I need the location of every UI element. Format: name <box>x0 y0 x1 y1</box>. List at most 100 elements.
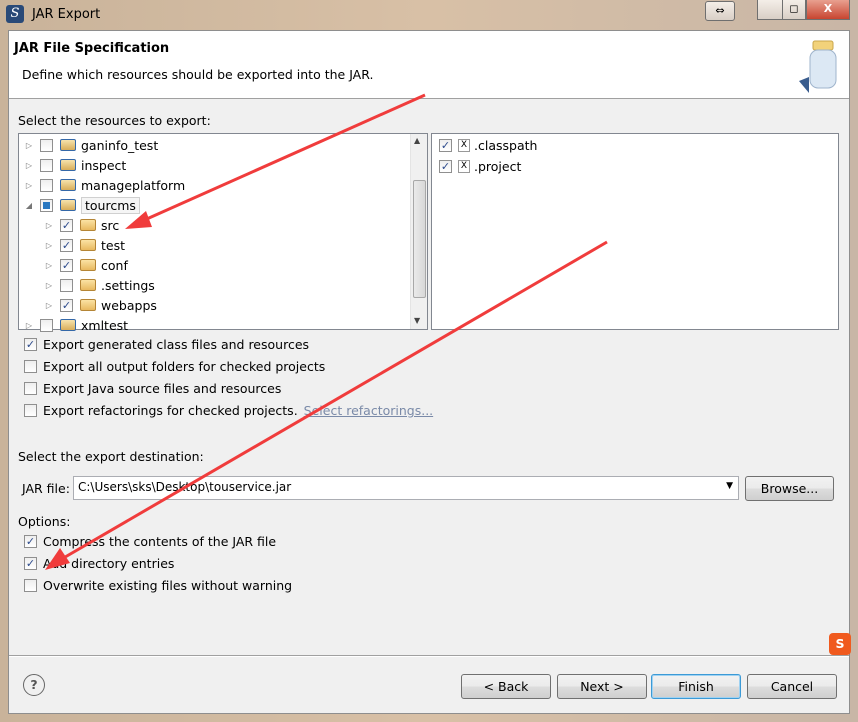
tree-item[interactable]: ▷ ✓ src <box>44 215 119 235</box>
checkbox[interactable]: ✓ <box>24 535 37 548</box>
collapsed-triangle-icon[interactable]: ▷ <box>44 241 54 250</box>
scroll-thumb[interactable] <box>413 180 426 298</box>
cancel-button[interactable]: Cancel <box>747 674 837 699</box>
tree-item-label: src <box>101 217 120 233</box>
tree-item[interactable]: ▷ inspect <box>24 155 126 175</box>
option-checkbox[interactable]: ✓ Compress the contents of the JAR file <box>24 534 276 549</box>
options-label: Options: <box>18 514 71 529</box>
collapsed-triangle-icon[interactable]: ▷ <box>24 181 34 190</box>
scroll-down-icon[interactable]: ▼ <box>414 316 420 325</box>
folder-icon <box>79 298 97 312</box>
folder-icon <box>79 278 97 292</box>
checkbox[interactable]: ✓ <box>439 138 452 152</box>
file-list[interactable]: ✓ X .classpath ✓ X .project <box>431 133 839 330</box>
checkbox[interactable]: ✓ <box>439 159 452 173</box>
title-bar: S JAR Export ⇔ ◻ X <box>0 0 858 30</box>
checkbox[interactable] <box>40 318 53 332</box>
finish-button[interactable]: Finish <box>651 674 741 699</box>
checkbox[interactable] <box>24 404 37 417</box>
tree-item-label: conf <box>101 257 128 273</box>
chevron-down-icon[interactable]: ▼ <box>726 481 733 491</box>
scroll-up-icon[interactable]: ▲ <box>414 136 420 145</box>
tree-item[interactable]: ▷ ✓ conf <box>44 255 128 275</box>
checkbox[interactable] <box>24 382 37 395</box>
tree-item-label: test <box>101 237 126 253</box>
destination-label: Select the export destination: <box>18 449 204 464</box>
xml-file-icon: X <box>458 159 470 173</box>
checkbox[interactable]: ✓ <box>60 258 73 272</box>
collapsed-triangle-icon[interactable]: ▷ <box>24 141 34 150</box>
tree-item-label: webapps <box>101 297 157 313</box>
next-button[interactable]: Next > <box>557 674 647 699</box>
jar-file-combo[interactable]: C:\Users\sks\Desktop\touservice.jar ▼ <box>73 476 739 500</box>
checkbox[interactable]: ✓ <box>60 298 73 312</box>
tree-item-label: .settings <box>101 277 155 293</box>
file-item[interactable]: ✓ X .classpath <box>439 135 537 155</box>
tree-item[interactable]: ▷ ✓ test <box>44 235 125 255</box>
project-error-icon <box>59 138 77 152</box>
minimize-button[interactable] <box>757 0 783 20</box>
collapsed-triangle-icon[interactable]: ▷ <box>44 221 54 230</box>
collapsed-triangle-icon[interactable]: ▷ <box>44 301 54 310</box>
export-option[interactable]: Export all output folders for checked pr… <box>24 359 325 374</box>
project-warning-icon <box>59 318 77 332</box>
checkbox[interactable] <box>40 178 53 192</box>
tree-item[interactable]: ▷ xmltest <box>24 315 128 335</box>
wizard-header: JAR File Specification Define which reso… <box>9 31 849 99</box>
ime-indicator-icon: S <box>829 633 851 655</box>
export-option[interactable]: ✓ Export generated class files and resour… <box>24 337 309 352</box>
maximize-button[interactable]: ◻ <box>782 0 806 20</box>
package-folder-icon <box>79 258 97 272</box>
tree-scrollbar[interactable]: ▲ ▼ <box>410 134 427 329</box>
checkbox[interactable]: ✓ <box>24 557 37 570</box>
collapsed-triangle-icon[interactable]: ▷ <box>44 281 54 290</box>
project-error-icon <box>59 158 77 172</box>
tree-item[interactable]: ▷ ganinfo_test <box>24 135 158 155</box>
export-option-label: Export generated class files and resourc… <box>43 337 310 352</box>
resource-tree[interactable]: ▲ ▼ ▷ ganinfo_test ▷ inspect ▷ manageplatform… <box>18 133 428 333</box>
option-checkbox[interactable]: ✓ Add directory entries <box>24 556 174 571</box>
project-warning-icon <box>59 198 77 212</box>
checkbox[interactable]: ✓ <box>24 338 37 351</box>
option-checkbox[interactable]: Overwrite existing files without warning <box>24 578 292 593</box>
collapsed-triangle-icon[interactable]: ▷ <box>24 161 34 170</box>
collapsed-triangle-icon[interactable]: ▷ <box>24 321 34 330</box>
resize-button[interactable]: ⇔ <box>705 1 735 21</box>
tree-item[interactable]: ▷ ✓ webapps <box>44 295 157 315</box>
export-option-label: Export all output folders for checked pr… <box>43 359 326 374</box>
file-item[interactable]: ✓ X .project <box>439 156 521 176</box>
project-warning-icon <box>59 178 77 192</box>
checkbox[interactable]: ✓ <box>60 218 73 232</box>
dialog-body: JAR File Specification Define which reso… <box>8 30 851 714</box>
checkbox[interactable]: ✓ <box>60 238 73 252</box>
collapsed-triangle-icon[interactable]: ▷ <box>44 261 54 270</box>
option-label: Overwrite existing files without warning <box>43 578 293 593</box>
file-item-label: .project <box>474 158 522 174</box>
export-option[interactable]: Export Java source files and resources <box>24 381 281 396</box>
tree-item[interactable]: ▷ .settings <box>44 275 155 295</box>
export-option-label: Export Java source files and resources <box>43 381 282 396</box>
checkbox[interactable] <box>60 278 73 292</box>
select-refactorings-link[interactable]: Select refactorings... <box>304 403 433 418</box>
back-button[interactable]: < Back <box>461 674 551 699</box>
checkbox[interactable] <box>40 158 53 172</box>
expanded-triangle-icon[interactable]: ◢ <box>24 201 34 210</box>
export-option-label: Export refactorings for checked projects… <box>43 403 298 418</box>
tree-item[interactable]: ▷ manageplatform <box>24 175 185 195</box>
option-label: Compress the contents of the JAR file <box>43 534 277 549</box>
checkbox[interactable] <box>24 579 37 592</box>
close-button[interactable]: X <box>806 0 850 20</box>
browse-button[interactable]: Browse... <box>745 476 834 501</box>
export-option[interactable]: Export refactorings for checked projects… <box>24 403 433 418</box>
window-title: JAR Export <box>32 7 101 22</box>
option-label: Add directory entries <box>43 556 175 571</box>
tree-item[interactable]: ◢ tourcms <box>24 195 140 215</box>
jar-file-label: JAR file: <box>22 481 70 496</box>
tree-item-label: tourcms <box>81 196 140 214</box>
checkbox[interactable] <box>40 138 53 152</box>
help-icon[interactable]: ? <box>23 674 45 696</box>
checkbox[interactable] <box>40 198 53 212</box>
checkbox[interactable] <box>24 360 37 373</box>
tree-item-label: ganinfo_test <box>81 137 159 153</box>
page-title: JAR File Specification <box>14 41 170 56</box>
